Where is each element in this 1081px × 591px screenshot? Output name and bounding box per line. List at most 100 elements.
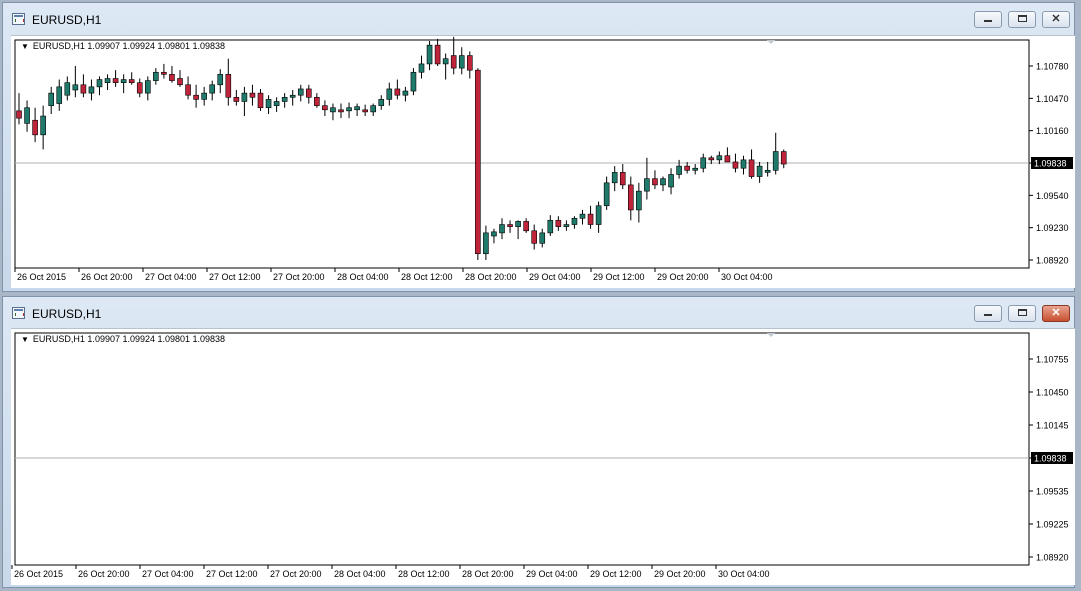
close-button[interactable]: ✕: [1042, 11, 1070, 28]
candle-bull: [273, 101, 280, 106]
symbol-info-text: EURUSD,H1 1.09907 1.09924 1.09801 1.0983…: [32, 334, 226, 344]
x-tick-label: 29 Oct 04:00: [526, 569, 578, 579]
maximize-button[interactable]: [1008, 305, 1036, 322]
candle-bear: [475, 69, 481, 255]
x-tick-label: 29 Oct 04:00: [529, 272, 581, 282]
candle-bull: [579, 213, 586, 219]
maximize-icon: [1017, 15, 1027, 22]
candle-bull: [611, 172, 618, 184]
candle-bull: [120, 79, 127, 83]
plot-frame: [14, 39, 1030, 269]
y-tick-label: 1.08920: [1036, 256, 1069, 266]
candle-bear: [185, 84, 191, 96]
x-tick-label: 29 Oct 20:00: [654, 569, 706, 579]
x-tick-label: 29 Oct 12:00: [590, 569, 642, 579]
candle-bull: [563, 224, 570, 227]
candle-bear: [450, 55, 457, 69]
y-tick-label: 1.10755: [1036, 355, 1069, 365]
minimize-button[interactable]: [974, 11, 1002, 28]
candle-bull: [201, 92, 207, 100]
x-tick-label: 27 Oct 12:00: [209, 272, 261, 282]
x-tick-label: 26 Oct 2015: [14, 569, 63, 579]
candle-bull: [354, 106, 360, 111]
candle-bear: [732, 161, 739, 169]
candle-bear: [169, 74, 175, 81]
maximize-button[interactable]: [1008, 11, 1036, 28]
x-tick-label: 26 Oct 20:00: [78, 569, 130, 579]
close-button[interactable]: ✕: [1042, 305, 1070, 322]
minimize-icon: [984, 20, 992, 22]
candle-bull: [603, 182, 610, 207]
x-tick-label: 30 Oct 04:00: [718, 569, 770, 579]
candle-bull: [595, 205, 602, 225]
chart-area[interactable]: 1.10755 1.10450 1.10145 1.09838 1.09535 1.092…: [11, 328, 1075, 585]
dropdown-triangle-icon[interactable]: ▼: [21, 42, 29, 51]
candle-bull: [756, 165, 763, 177]
candle-bull: [330, 107, 336, 113]
candle-bull: [491, 231, 497, 237]
candle-bull: [644, 178, 650, 192]
candlestick-chart[interactable]: 1.10780 1.10470 1.10160 1.09838 1.09540 1.092…: [11, 36, 1075, 288]
y-tick-label: 1.10160: [1036, 126, 1069, 136]
candle-bull: [40, 115, 46, 136]
candle-bull: [289, 94, 296, 98]
candle-bull: [772, 151, 779, 171]
candle-bear: [161, 71, 167, 75]
dropdown-triangle-icon[interactable]: ▼: [21, 335, 29, 344]
candle-bull: [378, 99, 385, 106]
candle-bear: [305, 88, 312, 98]
candle-bear: [249, 92, 256, 98]
candle-bull: [104, 78, 111, 83]
candle-bull: [515, 221, 521, 227]
candle-bear: [531, 230, 538, 244]
x-tick-label: 28 Oct 12:00: [398, 569, 450, 579]
candle-bear: [507, 224, 513, 227]
x-tick-label: 26 Oct 2015: [17, 272, 66, 282]
y-tick-label: 1.10450: [1036, 388, 1069, 398]
empty-chart[interactable]: 1.10755 1.10450 1.10145 1.09838 1.09535 1.092…: [11, 329, 1075, 585]
candle-bull: [539, 232, 546, 244]
candle-bull: [96, 79, 103, 88]
y-tick-label: 1.10780: [1036, 62, 1069, 72]
window-title: EURUSD,H1: [32, 307, 102, 321]
candle-bear: [80, 84, 87, 94]
x-tick-label: 30 Oct 04:00: [721, 272, 773, 282]
candle-bear: [16, 110, 22, 119]
candle-bear: [523, 221, 529, 232]
candle-bear: [708, 157, 715, 161]
candle-bull: [370, 105, 377, 113]
x-tick-label: 29 Oct 20:00: [657, 272, 709, 282]
y-tick-label: 1.10470: [1036, 94, 1069, 104]
chart-area[interactable]: 1.10780 1.10470 1.10160 1.09838 1.09540 1.092…: [11, 35, 1075, 288]
y-tick-label: 1.10145: [1036, 421, 1069, 431]
x-tick-label: 29 Oct 12:00: [593, 272, 645, 282]
candle-bull: [636, 190, 642, 211]
chart-window-bottom[interactable]: EURUSD,H1 ✕ 1.10755 1.10450 1.10145 1.09838…: [2, 296, 1075, 588]
candle-bear: [225, 74, 232, 98]
candle-bull: [386, 88, 393, 100]
chart-window-icon: [12, 13, 25, 25]
symbol-info: ▼ EURUSD,H1 1.09907 1.09924 1.09801 1.098…: [21, 41, 225, 51]
y-tick-label: 1.09230: [1036, 223, 1069, 233]
candle-bull: [281, 96, 288, 102]
maximize-icon: [1017, 309, 1027, 316]
shift-marker-icon[interactable]: [767, 333, 775, 337]
candle-bull: [660, 178, 666, 186]
candle-bull: [418, 63, 425, 73]
plot-frame: [14, 332, 1030, 566]
window-titlebar[interactable]: EURUSD,H1 ✕: [3, 3, 1074, 35]
candle-bear: [394, 88, 401, 96]
candle-bear: [627, 184, 634, 211]
x-tick-label: 28 Oct 04:00: [334, 569, 386, 579]
current-price-label: 1.09838: [1034, 454, 1067, 464]
chart-window-top[interactable]: EURUSD,H1 ✕ 1.10780 1.10470 1.10160 1.09838…: [2, 2, 1075, 292]
candle-bull: [88, 86, 95, 94]
candle-bear: [724, 155, 731, 163]
candle-bear: [619, 172, 626, 186]
shift-marker-icon[interactable]: [767, 40, 775, 44]
y-tick-label: 1.08920: [1036, 553, 1069, 563]
window-titlebar[interactable]: EURUSD,H1 ✕: [3, 297, 1074, 329]
x-tick-label: 27 Oct 20:00: [270, 569, 322, 579]
minimize-button[interactable]: [974, 305, 1002, 322]
candle-bull: [241, 92, 248, 102]
